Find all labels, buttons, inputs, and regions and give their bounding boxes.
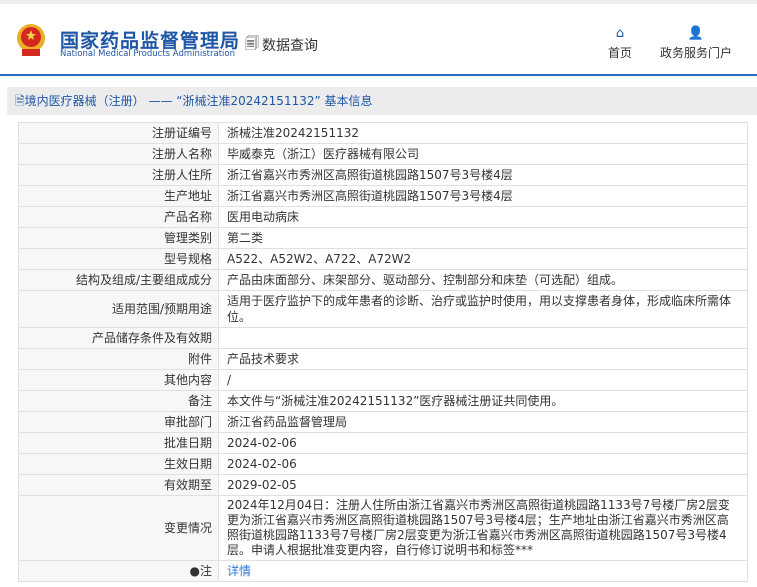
nav-service-portal[interactable]: 👤 政务服务门户 [660,26,732,61]
table-row: 批准日期 2024-02-06 [18,432,748,454]
row-value: 浙江省嘉兴市秀洲区高照街道桃园路1507号3号楼4层 [218,164,748,186]
row-value: 医用电动病床 [218,206,748,228]
row-label: 备注 [18,390,219,412]
table-row: 型号规格 A522、A52W2、A722、A72W2 [18,248,748,270]
row-label: 产品储存条件及有效期 [18,327,219,349]
row-label: 适用范围/预期用途 [18,290,219,328]
row-label: 结构及组成/主要组成成分 [18,269,219,291]
table-row: 备注 本文件与“浙械注准20242151132”医疗器械注册证共同使用。 [18,390,748,412]
row-value: / [218,369,748,391]
user-icon: 👤 [687,26,705,41]
row-label: 批准日期 [18,432,219,454]
row-label: 审批部门 [18,411,219,433]
table-row: 注册人住所 浙江省嘉兴市秀洲区高照街道桃园路1507号3号楼4层 [18,164,748,186]
row-value: 浙江省药品监督管理局 [218,411,748,433]
table-row: 变更情况 2024年12月04日：注册人住所由浙江省嘉兴市秀洲区高照街道桃园路11… [18,495,748,561]
row-value: 2024-02-06 [218,432,748,454]
row-label: 变更情况 [18,495,219,561]
table-row: 产品储存条件及有效期 [18,327,748,349]
row-value: 第二类 [218,227,748,249]
header: 国家药品监督管理局 National Medical Products Admi… [0,4,757,76]
row-label: 注册证编号 [18,122,219,144]
row-label: 生效日期 [18,453,219,475]
home-icon: ⌂ [615,26,625,41]
row-value: 产品技术要求 [218,348,748,370]
table-row: 注册人名称 毕威泰克（浙江）医疗器械有限公司 [18,143,748,165]
row-value: 浙械注准20242151132 [218,122,748,144]
note-row: ●注 详情 [18,560,748,582]
table-row: 生效日期 2024-02-06 [18,453,748,475]
row-value: 2024年12月04日：注册人住所由浙江省嘉兴市秀洲区高照街道桃园路1133号7… [218,495,748,561]
table-row: 生产地址 浙江省嘉兴市秀洲区高照街道桃园路1507号3号楼4层 [18,185,748,207]
row-value: 本文件与“浙械注准20242151132”医疗器械注册证共同使用。 [218,390,748,412]
info-table: 注册证编号 浙械注准20242151132 注册人名称 毕威泰克（浙江）医疗器械有限公… [18,122,748,582]
table-row: 产品名称 医用电动病床 [18,206,748,228]
logo-subtitle: National Medical Products Administration [60,49,235,59]
row-label: 附件 [18,348,219,370]
table-row: 有效期至 2029-02-05 [18,474,748,496]
table-row: 管理类别 第二类 [18,227,748,249]
document-search-icon: 🗐 [245,36,259,52]
row-value: 适用于医疗监护下的成年患者的诊断、治疗或监护时使用，用以支撑患者身体，形成临床所… [218,290,748,328]
row-label: 其他内容 [18,369,219,391]
row-label: 有效期至 [18,474,219,496]
row-value: 产品由床面部分、床架部分、驱动部分、控制部分和床垫（可选配）组成。 [218,269,748,291]
row-label: 管理类别 [18,227,219,249]
row-value: 2029-02-05 [218,474,748,496]
table-row: 结构及组成/主要组成成分 产品由床面部分、床架部分、驱动部分、控制部分和床垫（可选… [18,269,748,291]
row-label: 注册人住所 [18,164,219,186]
row-label: 生产地址 [18,185,219,207]
section-title: 🗐 数据查询 [245,33,318,57]
row-label: 产品名称 [18,206,219,228]
row-value: A522、A52W2、A722、A72W2 [218,248,748,270]
row-value: 2024-02-06 [218,453,748,475]
row-value [218,327,748,349]
table-row: 适用范围/预期用途 适用于医疗监护下的成年患者的诊断、治疗或监护时使用，用以支撑患… [18,290,748,328]
national-emblem-icon [17,24,45,56]
details-link[interactable]: 详情 [227,564,251,578]
nav-home[interactable]: ⌂ 首页 [608,26,632,61]
row-value: 浙江省嘉兴市秀洲区高照街道桃园路1507号3号楼4层 [218,185,748,207]
note-label: ●注 [18,560,219,582]
table-row: 注册证编号 浙械注准20242151132 [18,122,748,144]
document-icon: 🗎 [15,94,25,108]
row-label: 型号规格 [18,248,219,270]
row-label: 注册人名称 [18,143,219,165]
row-value: 毕威泰克（浙江）医疗器械有限公司 [218,143,748,165]
table-row: 审批部门 浙江省药品监督管理局 [18,411,748,433]
table-row: 附件 产品技术要求 [18,348,748,370]
pin-icon: ● [189,564,200,578]
page-title: 🗎境内医疗器械（注册） —— “浙械注准20242151132” 基本信息 [7,87,757,115]
table-row: 其他内容 / [18,369,748,391]
